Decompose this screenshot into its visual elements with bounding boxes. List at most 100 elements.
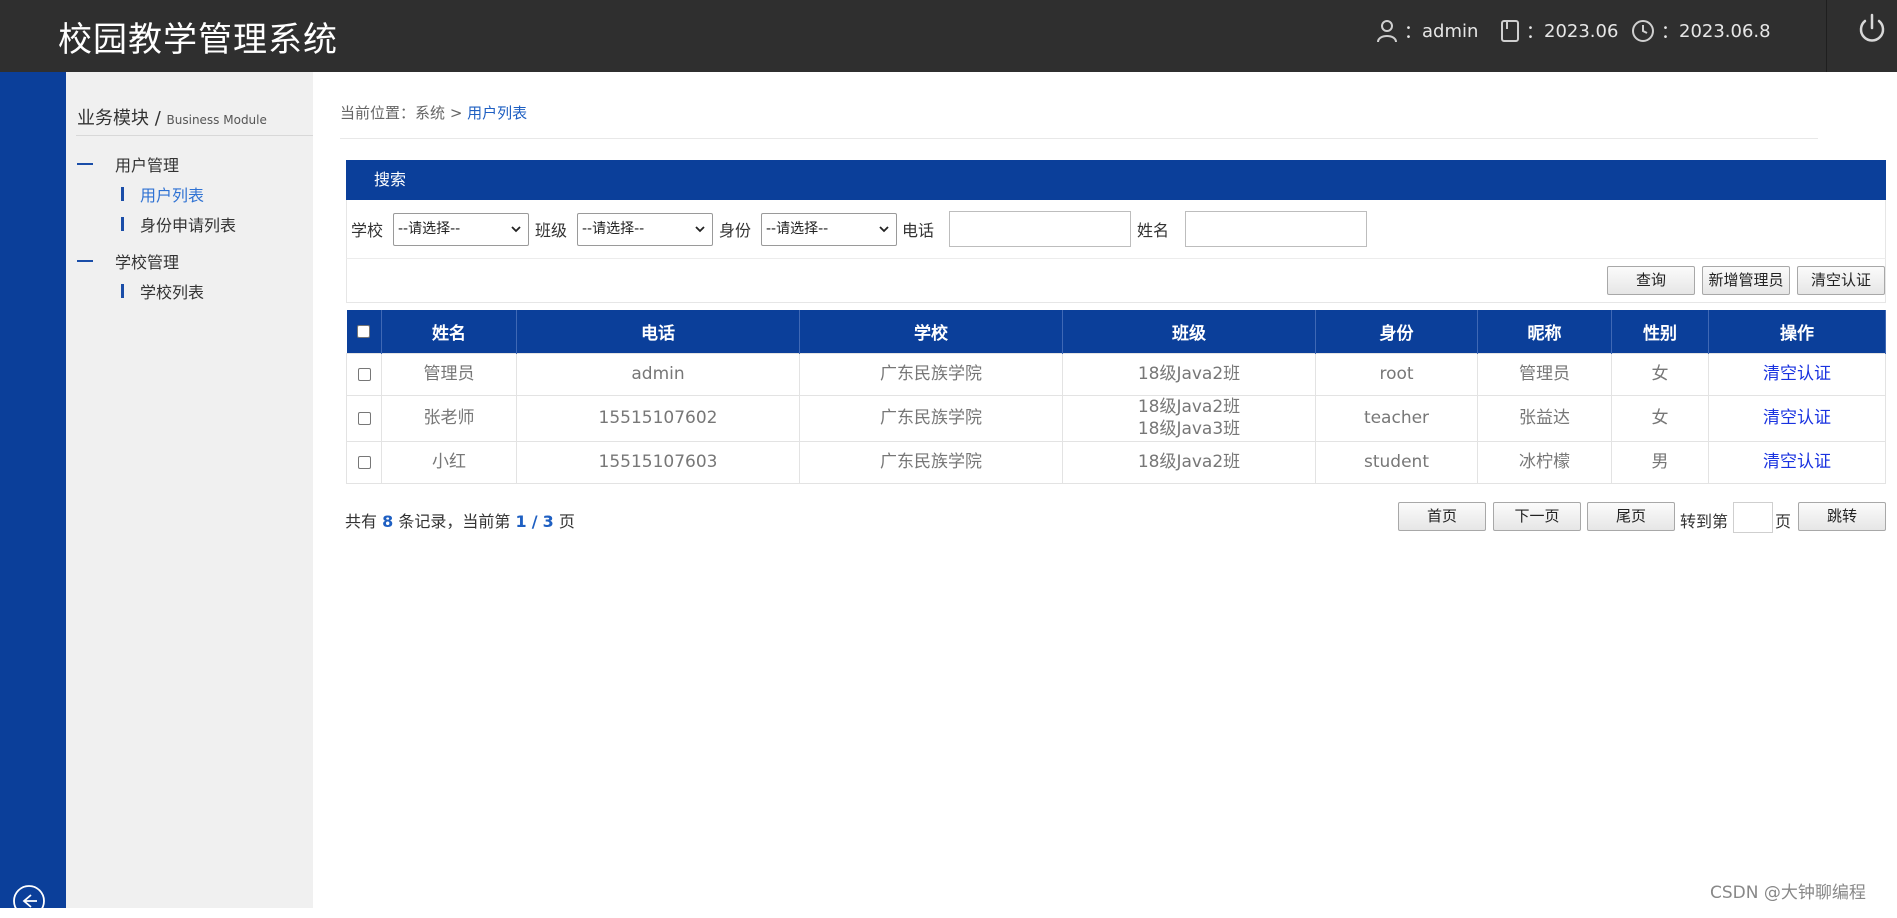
group-dash: [77, 163, 93, 165]
header-divider: [1826, 0, 1827, 72]
chevron-down-icon: [695, 226, 705, 233]
sidebar-item-user-list[interactable]: 用户列表: [121, 182, 204, 206]
cell-class-line: 18级Java2班: [1137, 397, 1241, 417]
sidebar-item-label: 用户列表: [140, 186, 205, 205]
sidebar-item-label: 学校列表: [140, 283, 205, 302]
sidebar-group-user[interactable]: 用户管理: [77, 152, 179, 176]
col-header-phone: 电话: [516, 310, 800, 353]
breadcrumb-root[interactable]: 系统: [415, 104, 445, 122]
clear-auth-link[interactable]: 清空认证: [1708, 440, 1886, 484]
sidebar-group-label: 学校管理: [115, 253, 180, 272]
breadcrumb: 当前位置：系统 > 用户列表: [340, 102, 527, 123]
row-select-cell: [346, 440, 382, 484]
select-all-checkbox[interactable]: [357, 324, 371, 338]
chevron-down-icon: [511, 226, 521, 233]
group-dash: [77, 260, 93, 262]
sidebar-group-label: 用户管理: [115, 156, 180, 175]
collapse-arrow-icon[interactable]: [12, 884, 46, 918]
col-header-identity: 身份: [1315, 310, 1478, 353]
item-bar: [121, 217, 124, 231]
row-checkbox[interactable]: [357, 411, 371, 425]
cell-phone: 15515107603: [516, 440, 800, 484]
pager-text-2: 条记录，当前第: [398, 512, 511, 531]
school-select-value: --请选择--: [398, 221, 461, 237]
power-icon[interactable]: [1855, 12, 1889, 46]
clear-auth-link[interactable]: 清空认证: [1708, 352, 1886, 396]
user-table: 姓名 电话 学校 班级 身份 昵称 性别 操作 管理员 admin 广东民族学院…: [346, 310, 1886, 484]
breadcrumb-current[interactable]: 用户列表: [467, 104, 527, 122]
cell-nickname: 管理员: [1477, 352, 1612, 396]
sidebar-item-school-list[interactable]: 学校列表: [121, 279, 204, 303]
header-user[interactable]: ： admin: [1376, 18, 1478, 44]
class-select-value: --请选择--: [582, 221, 645, 237]
row-checkbox[interactable]: [357, 367, 371, 381]
pager-slash: /: [531, 512, 538, 531]
pager-total: 8: [382, 512, 394, 531]
breadcrumb-prefix: 当前位置：: [340, 104, 416, 122]
table-row: 小红 15515107603 广东民族学院 18级Java2班 student …: [346, 440, 1886, 484]
table-row: 管理员 admin 广东民族学院 18级Java2班 root 管理员 女 清空…: [346, 352, 1886, 396]
cell-gender: 女: [1611, 352, 1709, 396]
add-admin-button[interactable]: 新增管理员: [1702, 266, 1790, 295]
cell-class: 18级Java2班: [1062, 440, 1316, 484]
cell-name: 管理员: [381, 352, 517, 396]
col-header-school: 学校: [799, 310, 1063, 353]
table-row: 张老师 15515107602 广东民族学院 18级Java2班 18级Java…: [346, 394, 1886, 442]
row-select-cell: [346, 352, 382, 396]
user-icon: [1377, 20, 1397, 43]
cell-class: 18级Java2班 18级Java3班: [1062, 394, 1316, 442]
row-checkbox[interactable]: [357, 455, 371, 469]
header-user-colon: ：: [1404, 22, 1422, 43]
pager-text-1: 共有: [345, 512, 378, 531]
cell-school: 广东民族学院: [799, 440, 1063, 484]
cell-nickname: 冰柠檬: [1477, 440, 1612, 484]
cell-class-line: 18级Java2班: [1137, 452, 1241, 472]
clear-auth-button[interactable]: 清空认证: [1797, 266, 1885, 295]
sidebar-item-identity-requests[interactable]: 身份申请列表: [121, 212, 236, 236]
phone-input[interactable]: [949, 211, 1131, 247]
school-label: 学校: [351, 221, 384, 240]
header-version: ： 2023.06: [1500, 18, 1618, 44]
class-select[interactable]: --请选择--: [577, 213, 713, 246]
cell-class-line: 18级Java2班: [1137, 364, 1241, 384]
first-page-button[interactable]: 首页: [1398, 502, 1486, 531]
col-header-action: 操作: [1708, 310, 1886, 353]
module-subtitle: Business Module: [166, 113, 267, 127]
query-button[interactable]: 查询: [1607, 266, 1695, 295]
clock-icon: [1632, 20, 1654, 42]
cell-school: 广东民族学院: [799, 352, 1063, 396]
sidebar-group-school[interactable]: 学校管理: [77, 249, 179, 273]
page-unit-label: 页: [1775, 512, 1792, 531]
header-date-value: 2023.06.8: [1679, 20, 1771, 42]
header-date: ： 2023.06.8: [1631, 18, 1771, 44]
table-header-row: 姓名 电话 学校 班级 身份 昵称 性别 操作: [346, 310, 1886, 353]
header-version-value: 2023.06: [1544, 20, 1619, 42]
header-date-colon: ：: [1661, 22, 1679, 43]
col-header-name: 姓名: [381, 310, 517, 353]
sidebar: 业务模块 / Business Module 用户管理 用户列表 身份申请列表 …: [66, 72, 313, 908]
name-input[interactable]: [1185, 211, 1367, 247]
chevron-down-icon: [879, 226, 889, 233]
class-label: 班级: [535, 221, 568, 240]
top-header: 校园教学管理系统 ： admin ： 2023.06 ： 2023.06.8: [0, 0, 1897, 72]
select-all-cell: [346, 310, 382, 353]
pagination-info: 共有 8 条记录，当前第 1 / 3 页: [345, 508, 575, 532]
last-page-button[interactable]: 尾页: [1587, 502, 1675, 531]
watermark: CSDN @大钟聊编程: [1710, 883, 1866, 903]
next-page-button[interactable]: 下一页: [1493, 502, 1581, 531]
cell-identity: teacher: [1315, 394, 1478, 442]
item-bar: [121, 187, 124, 201]
school-select[interactable]: --请选择--: [393, 213, 529, 246]
sidebar-module-title: 业务模块 / Business Module: [77, 108, 267, 129]
header-user-name: admin: [1422, 20, 1479, 42]
cell-gender: 男: [1611, 440, 1709, 484]
clear-auth-link[interactable]: 清空认证: [1708, 394, 1886, 442]
identity-select[interactable]: --请选择--: [761, 213, 897, 246]
cell-name: 张老师: [381, 394, 517, 442]
goto-page-input[interactable]: [1733, 502, 1773, 533]
jump-button[interactable]: 跳转: [1798, 502, 1886, 531]
search-panel-title: 搜索: [346, 160, 1886, 200]
phone-label: 电话: [902, 221, 935, 240]
pager-current: 1: [515, 512, 527, 531]
col-header-nickname: 昵称: [1477, 310, 1612, 353]
